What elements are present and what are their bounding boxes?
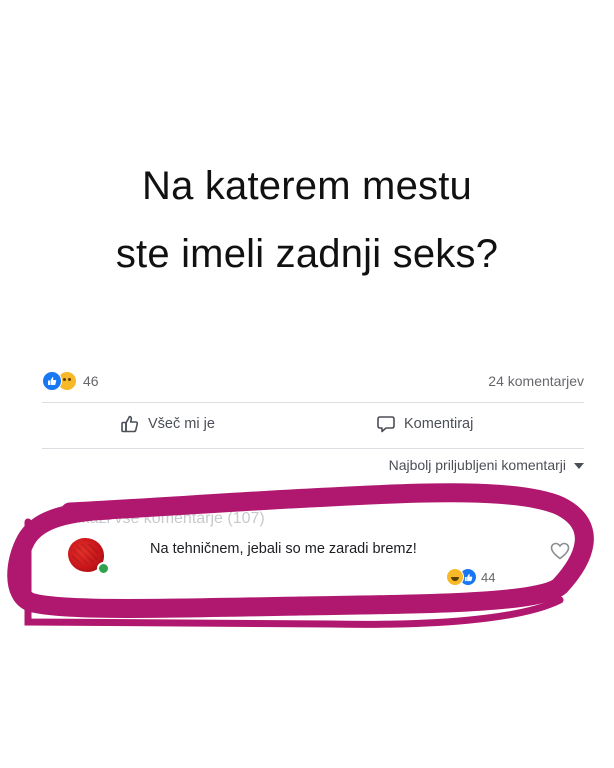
online-status-indicator: [97, 562, 110, 575]
meme-headline: Na katerem mestu ste imeli zadnji seks?: [0, 152, 614, 288]
comment-reactions[interactable]: 44: [446, 568, 495, 586]
post-actions: Všeč mi je Komentiraj: [42, 414, 584, 442]
divider: [42, 402, 584, 403]
like-reaction-icon: [42, 371, 62, 391]
laugh-emoji-icon: [446, 568, 464, 586]
speech-bubble-icon: [377, 416, 395, 433]
comment-text: Na tehničnem, jebali so me zaradi bremz!: [150, 541, 417, 557]
like-button-label: Všeč mi je: [148, 416, 215, 432]
chevron-down-icon: [574, 463, 584, 469]
sort-label: Najbolj priljubljeni komentarji: [388, 457, 566, 473]
comment-count[interactable]: 24 komentarjev: [488, 373, 584, 389]
like-button[interactable]: Všeč mi je: [120, 414, 215, 434]
comment-reaction-count: 44: [481, 569, 496, 585]
facebook-post: 46 24 komentarjev Všeč mi je Komentiraj …: [38, 362, 584, 622]
reaction-count: 46: [83, 373, 99, 389]
divider: [42, 448, 584, 449]
comment-button-label: Komentiraj: [404, 416, 474, 432]
post-stats-row: 46 24 komentarjev: [42, 369, 584, 393]
view-all-comments-link[interactable]: Prikaži vse komentarje (107): [62, 510, 265, 528]
comment-button[interactable]: Komentiraj: [376, 414, 473, 434]
headline-line-1: Na katerem mestu: [142, 164, 472, 208]
thumbs-up-icon: [121, 415, 139, 433]
heart-outline-icon[interactable]: [550, 542, 570, 565]
post-reactions[interactable]: 46: [42, 371, 99, 391]
headline-line-2: ste imeli zadnji seks?: [115, 232, 499, 276]
comment-sort-dropdown[interactable]: Najbolj priljubljeni komentarji: [389, 457, 584, 473]
comment-item: Na tehničnem, jebali so me zaradi bremz!…: [68, 534, 584, 594]
